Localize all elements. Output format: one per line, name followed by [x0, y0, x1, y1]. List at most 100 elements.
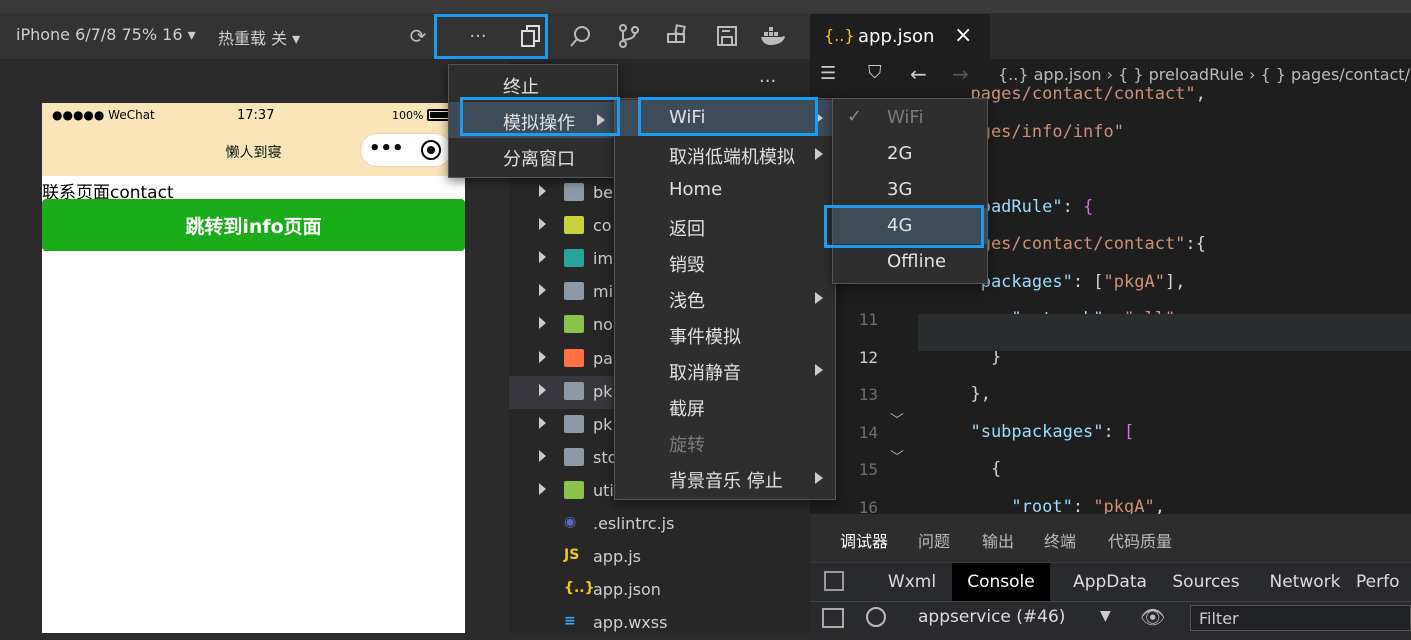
- code-text: ages/contact/contact":{: [950, 234, 1206, 254]
- eye-icon[interactable]: 👁: [1140, 605, 1165, 629]
- more-icon[interactable]: ···: [465, 23, 491, 49]
- tree-item-label: pk: [593, 414, 613, 434]
- simulate-menu-item[interactable]: 截屏: [615, 388, 835, 424]
- chevron-right-icon[interactable]: [539, 383, 546, 396]
- devtools-subtab[interactable]: Sources: [1160, 563, 1252, 601]
- status-carrier: ●●●●● WeChat: [52, 108, 155, 122]
- save-icon[interactable]: [714, 23, 740, 49]
- search-icon[interactable]: [568, 23, 594, 49]
- devtools-tab[interactable]: 输出: [982, 528, 1014, 552]
- simulate-menu-item[interactable]: 事件模拟: [615, 316, 835, 352]
- simulate-menu-item[interactable]: 浅色: [615, 280, 835, 316]
- tree-item-label: uti: [593, 480, 614, 500]
- tree-file[interactable]: ≡ app.wxss: [509, 607, 810, 640]
- tree-item-label: pa: [593, 348, 613, 368]
- console-toolbar: appservice (#46) ▼ 👁 Filter: [810, 601, 1411, 633]
- menu-item-label: 旋转: [669, 435, 705, 456]
- devtools-tab[interactable]: 调试器: [840, 528, 888, 552]
- json-file-icon: {..}: [824, 26, 855, 45]
- capsule-close-icon[interactable]: [421, 140, 441, 160]
- refresh-icon[interactable]: ⟳: [405, 23, 431, 49]
- chevron-right-icon[interactable]: [539, 482, 546, 495]
- chevron-right-icon[interactable]: [539, 416, 546, 429]
- chevron-right-icon[interactable]: [539, 350, 546, 363]
- folder-icon: [564, 480, 584, 499]
- capsule-more-icon[interactable]: •••: [369, 138, 404, 159]
- code-text: pages/contact/contact",: [950, 84, 1206, 104]
- devtools-subtab[interactable]: Console: [952, 563, 1050, 601]
- close-icon[interactable]: ×: [954, 23, 972, 48]
- chevron-right-icon[interactable]: [539, 185, 546, 197]
- devtools-tab[interactable]: 终端: [1044, 528, 1076, 552]
- status-time: 17:37: [237, 108, 275, 123]
- line-number: 11: [858, 310, 878, 329]
- file-icon: {..}: [564, 580, 595, 597]
- chevron-right-icon[interactable]: [539, 284, 546, 297]
- simulate-menu-item[interactable]: 返回: [615, 208, 835, 244]
- docker-icon[interactable]: [760, 23, 786, 49]
- phone-screen: ●●●●● WeChat 17:37 100% 懒人到寝 ••• 联系页面con…: [42, 103, 465, 633]
- chevron-down-icon[interactable]: ▼: [1100, 608, 1111, 624]
- code-text: "subpackages": [: [950, 421, 1135, 442]
- sidebar-toggle-icon[interactable]: [822, 608, 844, 628]
- chevron-right-icon[interactable]: [539, 449, 546, 462]
- 4g-item-highlight: [824, 205, 984, 248]
- devtools-panel: 调试器 问题 输出 终端 代码质量 Wxml Console AppData Sources N…: [810, 514, 1411, 633]
- simulate-menu-item[interactable]: 取消低端机模拟: [615, 136, 835, 172]
- simulate-menu-item[interactable]: Home: [615, 172, 835, 208]
- tree-item-label: app.js: [593, 547, 641, 567]
- more-menu-item[interactable]: 分离窗口: [449, 138, 617, 174]
- hot-reload-toggle[interactable]: 热重载 关 ▾: [218, 25, 300, 49]
- simulate-menu-item[interactable]: 背景音乐 停止: [615, 460, 835, 496]
- context-select[interactable]: appservice (#46): [918, 607, 1065, 627]
- devtools-subtab[interactable]: Wxml: [872, 563, 952, 601]
- simulate-menu-item[interactable]: 销毁: [615, 244, 835, 280]
- filter-input[interactable]: Filter: [1190, 605, 1411, 631]
- network-menu-item[interactable]: 2G: [833, 136, 987, 172]
- simulate-menu-item[interactable]: 旋转: [615, 424, 835, 460]
- tree-file[interactable]: JS app.js: [509, 541, 810, 574]
- menu-item-label: 取消静音: [669, 363, 741, 384]
- menu-item-label: 截屏: [669, 399, 705, 420]
- simulate-menu-item[interactable]: 取消静音: [615, 352, 835, 388]
- menu-item-label: Home: [669, 179, 723, 200]
- code-text: {: [950, 459, 1002, 479]
- network-menu-item[interactable]: 3G: [833, 172, 987, 208]
- fold-chevron-icon[interactable]: ﹀: [890, 410, 904, 430]
- tree-file[interactable]: {..} app.json: [509, 574, 810, 607]
- folder-icon: [564, 348, 584, 367]
- goto-info-button[interactable]: 跳转到info页面: [42, 199, 465, 251]
- devtools-tab[interactable]: 代码质量: [1108, 528, 1172, 552]
- simulator-toolbar: iPhone 6/7/8 75% 16 ▾ 热重载 关 ▾ ⟳ ···: [0, 13, 810, 59]
- tab-app-json[interactable]: {..} app.json ×: [810, 13, 990, 59]
- devtools-subtab[interactable]: Perfo: [1356, 563, 1411, 601]
- devtools-subtab[interactable]: AppData: [1060, 563, 1160, 601]
- tree-item-label: .eslintrc.js: [593, 514, 675, 533]
- mini-program-capsule[interactable]: •••: [360, 133, 452, 167]
- code-line[interactable]: 13 },: [810, 377, 1411, 414]
- clear-console-icon[interactable]: [866, 607, 886, 627]
- menu-item-label: 背景音乐 停止: [669, 471, 783, 492]
- chevron-right-icon[interactable]: [539, 251, 546, 264]
- extensions-icon[interactable]: [665, 23, 691, 49]
- submenu-arrow-icon: [815, 292, 823, 304]
- inspect-icon[interactable]: [824, 571, 844, 591]
- editor-tab-bar: {..} app.json ×: [810, 13, 1411, 59]
- devtools-tab[interactable]: 问题: [918, 528, 950, 552]
- chevron-right-icon[interactable]: [539, 317, 546, 330]
- simulate-item-highlight: [460, 97, 620, 136]
- line-number: 13: [858, 385, 878, 404]
- chevron-right-icon[interactable]: [539, 218, 546, 231]
- device-selector[interactable]: iPhone 6/7/8 75% 16 ▾: [16, 25, 196, 44]
- file-icon: ◉: [564, 514, 577, 530]
- explorer-more-icon[interactable]: ···: [759, 71, 776, 92]
- network-menu-item[interactable]: WiFi ✓: [833, 100, 987, 136]
- tab-label: app.json: [858, 26, 935, 47]
- branch-icon[interactable]: [616, 23, 642, 49]
- copy-window-icon[interactable]: [518, 23, 544, 49]
- line-number: 15: [858, 460, 878, 479]
- devtools-subtab[interactable]: Network: [1258, 563, 1352, 601]
- tree-file[interactable]: ◉ .eslintrc.js: [509, 508, 810, 541]
- fold-chevron-icon[interactable]: ﹀: [890, 447, 904, 467]
- network-menu-item[interactable]: Offline: [833, 244, 987, 280]
